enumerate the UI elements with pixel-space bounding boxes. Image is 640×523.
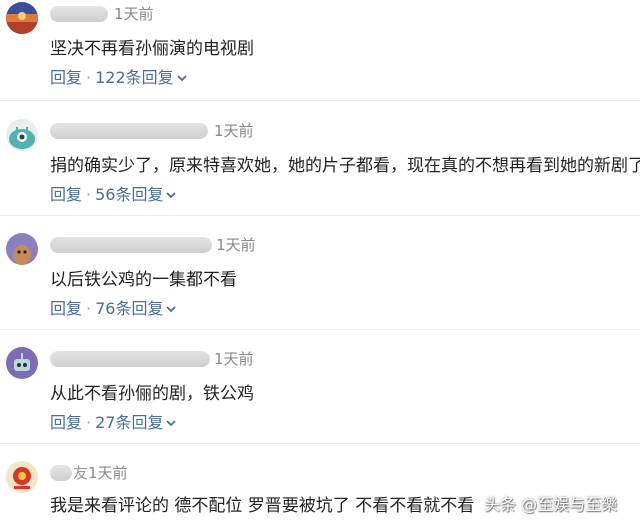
- comment-text: 我是来看评论的 德不配位 罗晋要被坑了 不看不看就不看: [50, 496, 475, 516]
- chevron-down-icon: [177, 75, 187, 82]
- comment-item: 1天前 坚决不再看孙俪演的电视剧 回复 · 122条回复: [0, 0, 640, 100]
- separator-dot: ·: [86, 68, 92, 87]
- comment-item: 1天前 捐的确实少了，原来特喜欢她，她的片子都看，现在真的不想再看到她的新剧了 …: [0, 117, 640, 215]
- comment-time: 1天前: [216, 236, 256, 254]
- reply-count: 76条回复: [95, 299, 164, 318]
- comment-item: 1天前 从此不看孙俪的剧，铁公鸡 回复 · 27条回复: [0, 345, 640, 443]
- divider: [0, 443, 640, 444]
- view-replies-button[interactable]: 27条回复: [95, 413, 177, 432]
- comment-item: 1天前 以后铁公鸡的一集都不看 回复 · 76条回复: [0, 231, 640, 329]
- purple-creature-avatar-icon: [6, 233, 38, 265]
- watermark: 头条 @至娱与至樂: [484, 495, 618, 514]
- comment-actions: 回复 · 76条回复: [50, 295, 177, 319]
- divider: [0, 215, 640, 216]
- teal-alien-avatar-icon: [6, 119, 38, 151]
- comment-actions: 回复 · 122条回复: [50, 64, 187, 88]
- reply-button[interactable]: 回复: [50, 413, 82, 432]
- reply-button[interactable]: 回复: [50, 68, 82, 87]
- view-replies-button[interactable]: 56条回复: [95, 185, 177, 204]
- comment-text: 从此不看孙俪的剧，铁公鸡: [50, 384, 254, 404]
- user-avatar[interactable]: [6, 461, 38, 493]
- comment-time: 1天前: [114, 5, 154, 23]
- sunset-avatar-icon: [6, 2, 38, 34]
- divider: [0, 329, 640, 330]
- user-avatar[interactable]: [6, 233, 38, 265]
- reply-button[interactable]: 回复: [50, 299, 82, 318]
- chevron-down-icon: [166, 420, 177, 427]
- reply-count: 56条回复: [95, 185, 164, 204]
- username-redacted[interactable]: [50, 237, 212, 253]
- comment-time: 1天前: [88, 464, 128, 482]
- comment-time: 1天前: [214, 122, 254, 140]
- view-replies-button[interactable]: 76条回复: [95, 299, 177, 318]
- username-suffix: 友: [73, 464, 89, 482]
- user-avatar[interactable]: [6, 119, 38, 151]
- user-avatar[interactable]: [6, 2, 38, 34]
- comment-text: 坚决不再看孙俪演的电视剧: [50, 39, 254, 59]
- reply-count: 122条回复: [95, 68, 174, 87]
- separator-dot: ·: [86, 299, 92, 318]
- username-redacted[interactable]: [50, 351, 210, 367]
- username-redacted[interactable]: [50, 465, 72, 481]
- chevron-down-icon: [166, 306, 177, 313]
- user-avatar[interactable]: [6, 347, 38, 379]
- username-redacted[interactable]: [50, 6, 108, 22]
- chevron-down-icon: [166, 192, 177, 199]
- separator-dot: ·: [86, 185, 92, 204]
- view-replies-button[interactable]: 122条回复: [95, 68, 187, 87]
- comment-actions: 回复 · 56条回复: [50, 181, 177, 205]
- comment-actions: 回复 · 27条回复: [50, 409, 177, 433]
- reply-button[interactable]: 回复: [50, 185, 82, 204]
- separator-dot: ·: [86, 413, 92, 432]
- reply-count: 27条回复: [95, 413, 164, 432]
- comment-text: 以后铁公鸡的一集都不看: [50, 270, 237, 290]
- comment-time: 1天前: [214, 350, 254, 368]
- purple-robot-avatar-icon: [6, 347, 38, 379]
- username-redacted[interactable]: [50, 123, 208, 139]
- comment-text: 捐的确实少了，原来特喜欢她，她的片子都看，现在真的不想再看到她的新剧了: [50, 156, 640, 176]
- divider: [0, 100, 640, 101]
- red-badge-avatar-icon: [6, 461, 38, 493]
